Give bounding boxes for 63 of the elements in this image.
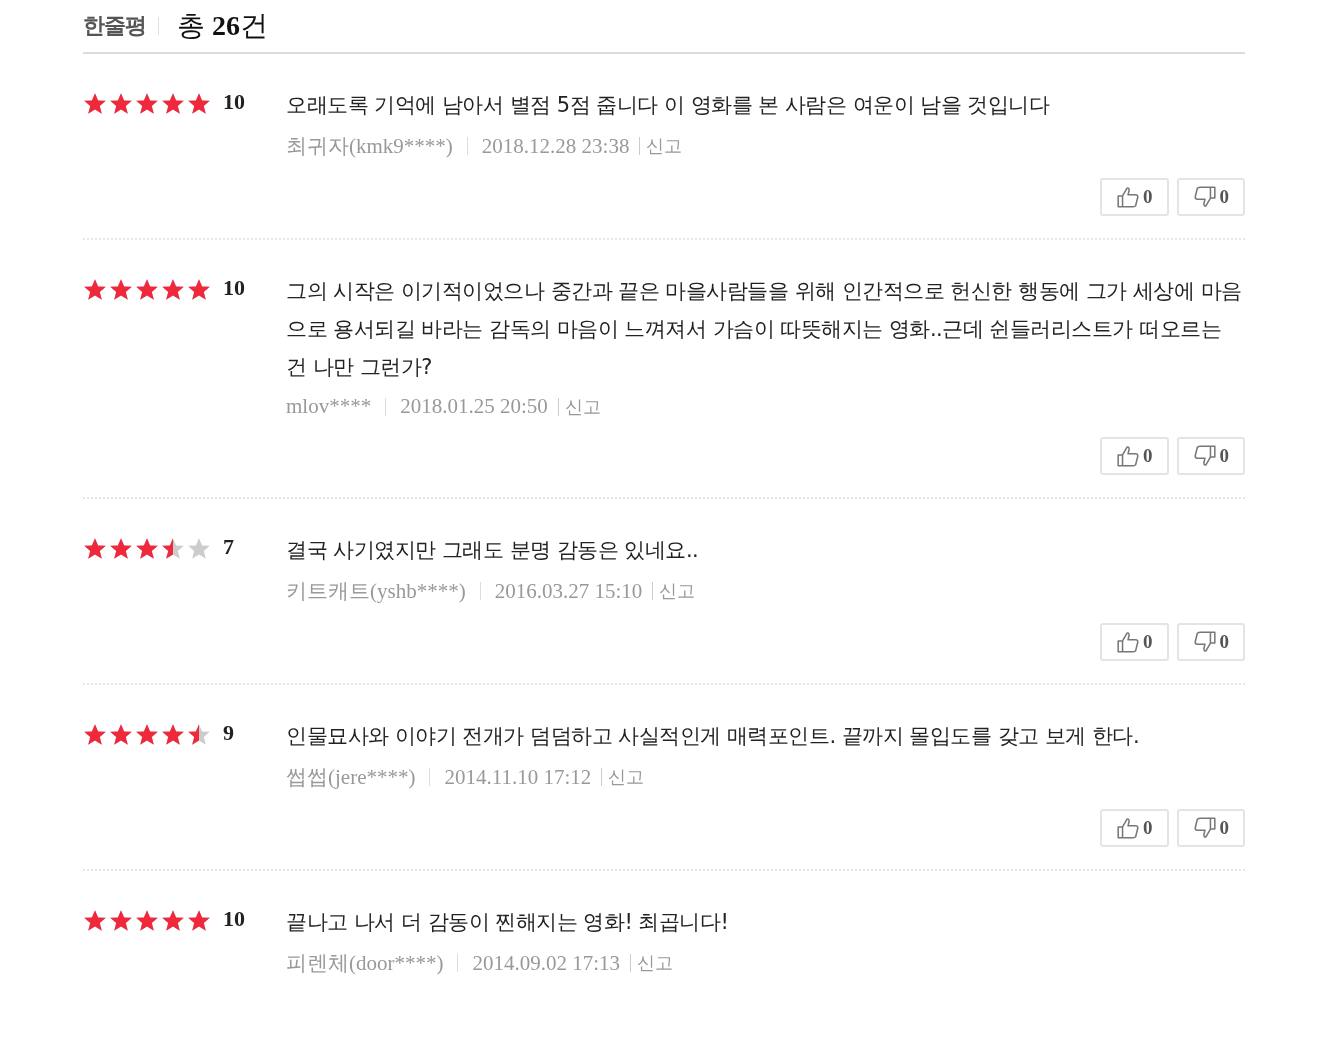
- review-text: 그의 시작은 이기적이었으나 중간과 끝은 마을사람들을 위해 인간적으로 헌신한 행동에 그가 세상에 마음으로 용서되길 바라는 감독의 마음이 느껴져서 가슴이 따뜻해지는 영화..근데 쉰들러리스트가 떠오르는 건 나만 그런가?: [286, 278, 1243, 381]
- star-icon: [161, 278, 185, 301]
- dislike-button[interactable]: 0: [1176, 623, 1245, 661]
- author-name: 피렌체(door****): [286, 950, 444, 977]
- star-icon: [83, 723, 107, 746]
- section-title: 한줄평: [83, 12, 146, 40]
- star-icon: [187, 92, 211, 115]
- star-icon: [83, 537, 107, 560]
- star-icon: [109, 92, 133, 115]
- star-icon: [135, 92, 159, 115]
- review-text: 인물묘사와 이야기 전개가 덤덤하고 사실적인게 매력포인트. 끝까지 몰입도를 갖고 보게 한다.: [286, 723, 1141, 750]
- author-name: 키트캐트(yshb****): [286, 578, 466, 605]
- star-icon: [161, 909, 185, 932]
- star-icon: [135, 537, 159, 560]
- like-button[interactable]: 0: [1100, 809, 1169, 847]
- review-text: 결국 사기였지만 그래도 분명 감동은 있네요..: [286, 537, 700, 564]
- star-icon: [161, 537, 185, 560]
- like-button[interactable]: 0: [1100, 623, 1169, 661]
- thumbs-down-icon: [1192, 816, 1217, 840]
- dislike-button[interactable]: 0: [1176, 178, 1245, 216]
- score: 7: [223, 533, 234, 561]
- star-icon: [109, 537, 133, 560]
- star-icon: [187, 537, 211, 560]
- score: 9: [223, 719, 234, 747]
- thumbs-up-icon: [1116, 444, 1140, 468]
- review-date: 2018.01.25 20:50: [400, 394, 548, 419]
- star-icon: [83, 909, 107, 932]
- star-icon: [187, 909, 211, 932]
- review-text: 끝나고 나서 더 감동이 찐해지는 영화! 최곱니다!: [286, 909, 730, 936]
- star-icon: [83, 92, 107, 115]
- review-date: 2016.03.27 15:10: [494, 578, 643, 604]
- thumbs-down-icon: [1192, 630, 1217, 654]
- author-name: 썹썹(jere****): [286, 764, 416, 791]
- review-date: 2018.12.28 23:38: [481, 133, 630, 159]
- score: 10: [223, 274, 245, 302]
- thumbs-down-icon: [1192, 185, 1217, 209]
- star-icon: [135, 278, 159, 301]
- star-icon: [187, 723, 211, 746]
- review-count: 총 26건: [177, 9, 268, 43]
- star-icon: [161, 92, 185, 115]
- thumbs-up-icon: [1116, 630, 1140, 654]
- star-icon: [109, 723, 133, 746]
- like-button[interactable]: 0: [1100, 178, 1169, 216]
- thumbs-up-icon: [1116, 185, 1140, 209]
- star-icon: [109, 278, 133, 301]
- star-icon: [109, 909, 133, 932]
- star-icon: [187, 278, 211, 301]
- dislike-button[interactable]: 0: [1176, 437, 1245, 475]
- dislike-button[interactable]: 0: [1176, 809, 1245, 847]
- review-text: 오래도록 기억에 남아서 별점 5점 줍니다 이 영화를 본 사람은 여운이 남을 것입니다: [286, 92, 1051, 119]
- review-date: 2014.11.10 17:12: [444, 764, 592, 790]
- score: 10: [223, 905, 245, 933]
- star-icon: [135, 909, 159, 932]
- author-name: 최귀자(kmk9****): [286, 133, 453, 160]
- like-button[interactable]: 0: [1100, 437, 1169, 475]
- author-name: mlov****: [286, 394, 372, 419]
- star-icon: [161, 723, 185, 746]
- star-icon: [83, 278, 107, 301]
- thumbs-down-icon: [1192, 444, 1217, 468]
- review-date: 2014.09.02 17:13: [472, 950, 621, 976]
- star-icon: [135, 723, 159, 746]
- score: 10: [223, 88, 245, 116]
- thumbs-up-icon: [1116, 816, 1140, 840]
